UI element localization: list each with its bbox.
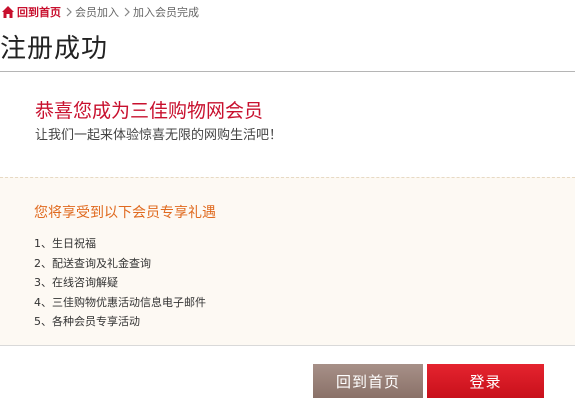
breadcrumb-item-complete: 加入会员完成 bbox=[133, 6, 199, 19]
chevron-right-icon bbox=[66, 7, 72, 17]
benefits-title: 您将享受到以下会员专享礼遇 bbox=[34, 205, 216, 221]
breadcrumb: 回到首页 会员加入 加入会员完成 bbox=[0, 0, 575, 24]
benefit-item: 5、各种会员专享活动 bbox=[34, 315, 140, 328]
page-title: 注册成功 bbox=[0, 34, 109, 64]
benefit-item: 3、在线咨询解疑 bbox=[34, 276, 118, 289]
login-button[interactable]: 登录 bbox=[427, 364, 544, 398]
breadcrumb-item-join[interactable]: 会员加入 bbox=[75, 4, 119, 20]
benefit-list: 1、生日祝福 2、配送查询及礼金查询 3、在线咨询解疑 4、三佳购物优惠活动信息… bbox=[34, 234, 206, 332]
chevron-right-icon bbox=[124, 7, 130, 17]
benefit-item: 4、三佳购物优惠活动信息电子邮件 bbox=[34, 295, 206, 309]
congrats-headline: 恭喜您成为三佳购物网会员 bbox=[35, 100, 264, 122]
house-icon[interactable] bbox=[1, 5, 15, 19]
benefit-item: 1、生日祝福 bbox=[34, 237, 96, 250]
congrats-subline: 让我们一起来体验惊喜无限的网购生活吧！ bbox=[35, 128, 283, 143]
divider bbox=[0, 71, 575, 72]
back-home-button[interactable]: 回到首页 bbox=[313, 364, 423, 398]
benefits-panel: 您将享受到以下会员专享礼遇 1、生日祝福 2、配送查询及礼金查询 3、在线咨询解… bbox=[0, 177, 575, 346]
benefit-item: 2、配送查询及礼金查询 bbox=[34, 256, 151, 270]
breadcrumb-home-link[interactable]: 回到首页 bbox=[17, 4, 61, 20]
